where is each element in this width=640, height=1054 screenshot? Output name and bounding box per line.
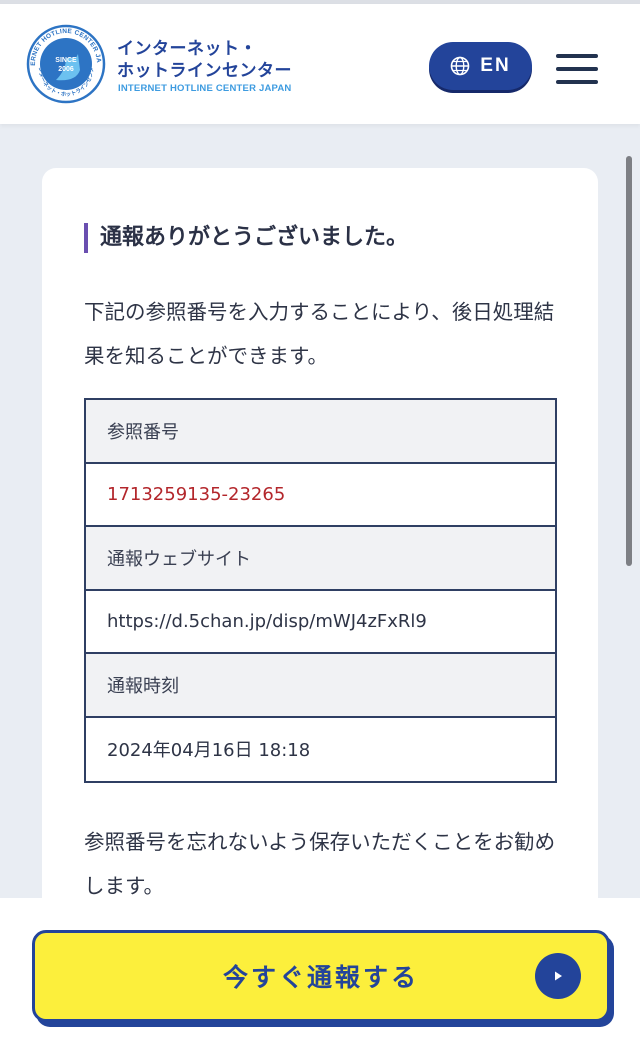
reported-website-label: 通報ウェブサイト [86,527,555,591]
report-now-button[interactable]: 今すぐ通報する [32,930,610,1022]
svg-text:2006: 2006 [58,66,74,73]
page-title: 通報ありがとうございました。 [84,223,408,253]
save-reminder-text: 参照番号を忘れないよう保存いただくことをお勧めします。 [84,830,556,898]
site-name-en: INTERNET HOTLINE CENTER JAPAN [118,83,292,94]
site-header: INTERNET HOTLINE CENTER JAPAN インターネット・ホッ… [0,4,640,124]
menu-line [556,54,598,58]
report-time-value: 2024年04月16日 18:18 [86,717,555,781]
site-name-jp[interactable]: インターネット・ ホットラインセンター [117,38,292,82]
play-arrow-icon [535,953,581,999]
site-name-line1: インターネット・ [117,39,257,59]
report-time-label: 通報時刻 [86,654,555,718]
intro-text: 下記の参照番号を入力することにより、後日処理結果を知ることができます。 [84,300,555,368]
language-switch-label: EN [480,55,511,76]
site-name-line2: ホットラインセンター [117,61,292,81]
report-complete-card: 通報ありがとうございました。 下記の参照番号を入力することにより、後日処理結果を… [42,168,598,948]
language-switch-button[interactable]: EN [429,42,532,90]
reference-number-label: 参照番号 [86,400,555,464]
report-info-table: 参照番号 1713259135-23265 通報ウェブサイト https://d… [84,398,557,783]
globe-icon [450,56,470,76]
hamburger-menu-icon[interactable] [556,54,598,84]
report-now-label: 今すぐ通報する [222,963,419,992]
menu-line [556,80,598,84]
svg-text:SINCE: SINCE [55,57,77,64]
menu-line [556,67,598,71]
reference-number-value: 1713259135-23265 [86,463,555,527]
play-arrow-glyph [555,971,562,981]
reported-website-value: https://d.5chan.jp/disp/mWJ4zFxRl9 [86,590,555,654]
site-logo-seal[interactable]: INTERNET HOTLINE CENTER JAPAN インターネット・ホッ… [26,24,106,104]
page-scrollbar[interactable] [626,156,632,566]
